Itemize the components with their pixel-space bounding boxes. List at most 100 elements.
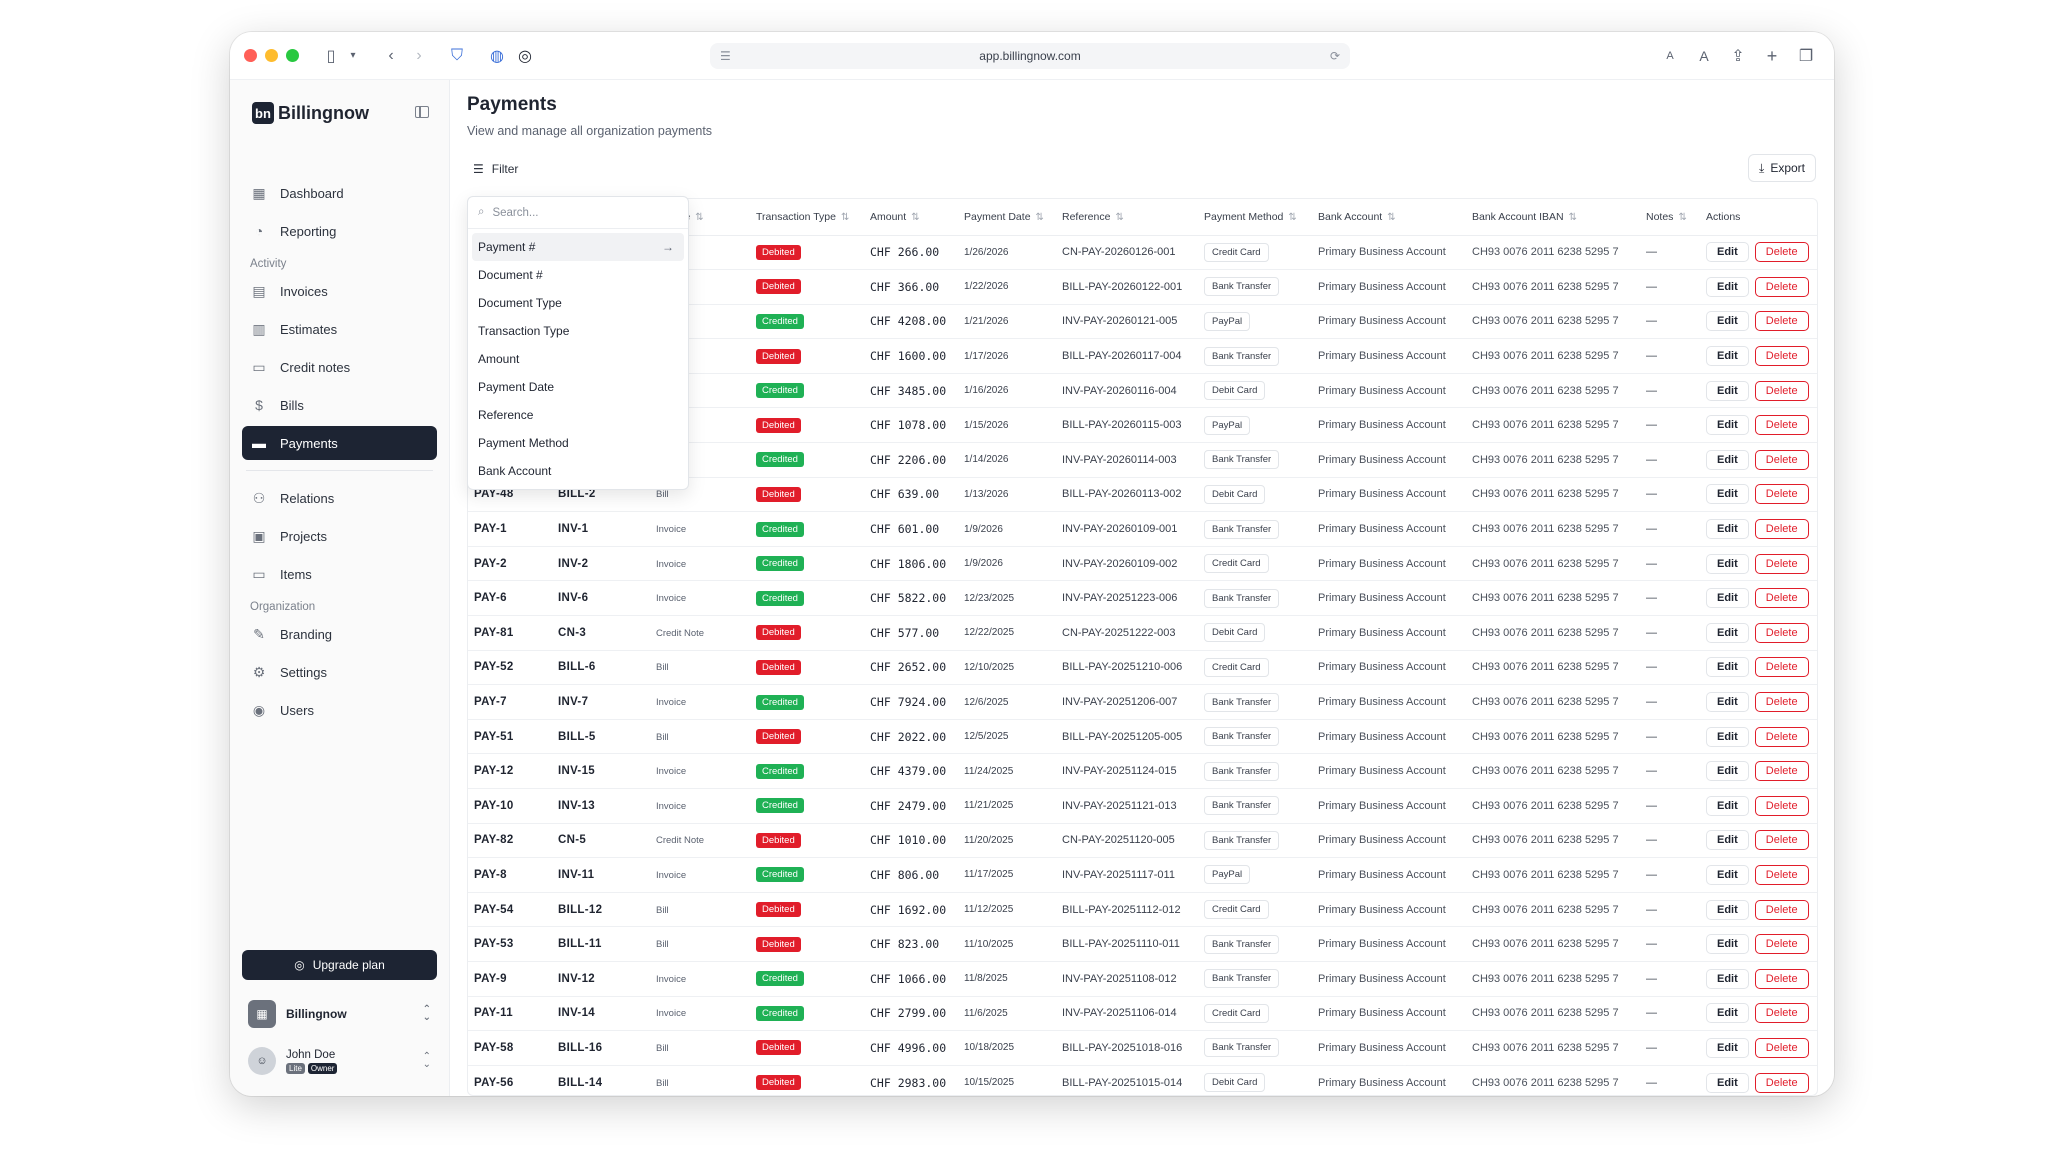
sidebar-item-relations[interactable]: ⚇ Relations — [242, 481, 437, 515]
edit-button[interactable]: Edit — [1706, 968, 1749, 989]
table-row[interactable]: PAY-7 INV-7 Invoice Credited CHF 7924.00 12/6… — [468, 684, 1817, 720]
column-header-payment-date[interactable]: Payment Date ⇅ — [958, 199, 1056, 236]
page-settings-icon[interactable]: ☰ — [720, 49, 731, 63]
column-header-reference[interactable]: Reference ⇅ — [1056, 199, 1198, 236]
delete-button[interactable]: Delete — [1754, 726, 1809, 747]
app-logo[interactable]: bn Billingnow — [252, 102, 369, 124]
filter-option-document[interactable]: Document # — [468, 261, 688, 289]
edit-button[interactable]: Edit — [1706, 795, 1749, 816]
edit-button[interactable]: Edit — [1706, 276, 1749, 297]
edit-button[interactable]: Edit — [1706, 484, 1749, 505]
delete-button[interactable]: Delete — [1754, 934, 1809, 955]
delete-button[interactable]: Delete — [1754, 449, 1809, 470]
delete-button[interactable]: Delete — [1754, 657, 1809, 678]
delete-button[interactable]: Delete — [1754, 761, 1809, 782]
sidebar-item-credit-notes[interactable]: ▭ Credit notes — [242, 350, 437, 384]
table-row[interactable]: PAY-82 CN-5 Credit Note Debited CHF 1010.00 1… — [468, 823, 1817, 859]
delete-button[interactable]: Delete — [1754, 1037, 1809, 1058]
table-row[interactable]: PAY-12 INV-15 Invoice Credited CHF 4379.00 11… — [468, 753, 1817, 789]
edit-button[interactable]: Edit — [1706, 1037, 1749, 1058]
delete-button[interactable]: Delete — [1754, 380, 1809, 401]
sidebar-item-reporting[interactable]: ◔ Reporting — [242, 214, 437, 248]
delete-button[interactable]: Delete — [1754, 588, 1809, 609]
sidebar-item-users[interactable]: ◉ Users — [242, 693, 437, 727]
forward-icon[interactable]: › — [405, 42, 433, 70]
upgrade-plan-button[interactable]: ◎ Upgrade plan — [242, 950, 437, 980]
delete-button[interactable]: Delete — [1754, 795, 1809, 816]
table-row[interactable]: PAY-52 BILL-6 Bill Debited CHF 2652.00 12/10/… — [468, 650, 1817, 686]
sort-icon[interactable]: ⇅ — [1288, 212, 1296, 223]
edit-button[interactable]: Edit — [1706, 415, 1749, 436]
address-bar[interactable]: ☰ app.billingnow.com ⟳ — [710, 43, 1350, 69]
dropdown-search[interactable]: ⌕ Search... — [468, 197, 688, 229]
tabs-overview-icon[interactable]: ❐ — [1792, 42, 1820, 70]
table-row[interactable]: PAY-9 INV-12 Invoice Credited CHF 1066.00 11/… — [468, 961, 1817, 997]
edit-button[interactable]: Edit — [1706, 934, 1749, 955]
edit-button[interactable]: Edit — [1706, 761, 1749, 782]
filter-option-amount[interactable]: Amount — [468, 345, 688, 373]
new-tab-icon[interactable]: + — [1758, 42, 1786, 70]
filter-option-document-type[interactable]: Document Type — [468, 289, 688, 317]
filter-option-reference[interactable]: Reference — [468, 401, 688, 429]
table-row[interactable]: PAY-11 INV-14 Invoice Credited CHF 2799.00 11… — [468, 996, 1817, 1032]
filter-option-payment[interactable]: Payment # → — [472, 233, 684, 261]
table-row[interactable]: PAY-58 BILL-16 Bill Debited CHF 4996.00 10/18… — [468, 1030, 1817, 1066]
sidebar-item-estimates[interactable]: ▥ Estimates — [242, 312, 437, 346]
edit-button[interactable]: Edit — [1706, 588, 1749, 609]
sidebar-item-projects[interactable]: ▣ Projects — [242, 519, 437, 553]
reload-icon[interactable]: ⟳ — [1330, 49, 1340, 63]
edit-button[interactable]: Edit — [1706, 311, 1749, 332]
delete-button[interactable]: Delete — [1754, 1003, 1809, 1024]
delete-button[interactable]: Delete — [1754, 276, 1809, 297]
sort-icon[interactable]: ⇅ — [1569, 212, 1577, 223]
delete-button[interactable]: Delete — [1754, 692, 1809, 713]
sort-icon[interactable]: ⇅ — [841, 212, 849, 223]
edit-button[interactable]: Edit — [1706, 1003, 1749, 1024]
minimize-window-button[interactable] — [265, 49, 278, 62]
close-window-button[interactable] — [244, 49, 257, 62]
column-header-payment-method[interactable]: Payment Method ⇅ — [1198, 199, 1312, 236]
sidebar-item-dashboard[interactable]: ▦ Dashboard — [242, 176, 437, 210]
edit-button[interactable]: Edit — [1706, 242, 1749, 263]
delete-button[interactable]: Delete — [1754, 484, 1809, 505]
delete-button[interactable]: Delete — [1754, 622, 1809, 643]
delete-button[interactable]: Delete — [1754, 415, 1809, 436]
column-header-notes[interactable]: Notes ⇅ — [1640, 199, 1700, 236]
delete-button[interactable]: Delete — [1754, 864, 1809, 885]
export-button[interactable]: ⤓ Export — [1748, 154, 1816, 182]
column-header-bank-account-iban[interactable]: Bank Account IBAN ⇅ — [1466, 199, 1640, 236]
table-row[interactable]: PAY-51 BILL-5 Bill Debited CHF 2022.00 12/5/2… — [468, 719, 1817, 755]
table-row[interactable]: PAY-8 INV-11 Invoice Credited CHF 806.00 11/1… — [468, 857, 1817, 893]
organization-switcher[interactable]: ▦ Billingnow ⌃ ⌄ — [248, 996, 431, 1032]
table-row[interactable]: PAY-2 INV-2 Invoice Credited CHF 1806.00 1/9/… — [468, 546, 1817, 582]
table-row[interactable]: PAY-6 INV-6 Invoice Credited CHF 5822.00 12/2… — [468, 580, 1817, 617]
edit-button[interactable]: Edit — [1706, 346, 1749, 367]
delete-button[interactable]: Delete — [1754, 830, 1809, 851]
column-header-transaction-type[interactable]: Transaction Type ⇅ — [750, 199, 864, 236]
sidebar-toggle-icon[interactable]: ▯ — [317, 42, 345, 70]
delete-button[interactable]: Delete — [1754, 1072, 1809, 1093]
text-larger-icon[interactable]: A — [1690, 42, 1718, 70]
target-icon[interactable]: ◎ — [511, 42, 539, 70]
table-row[interactable]: PAY-81 CN-3 Credit Note Debited CHF 577.00 12… — [468, 615, 1817, 651]
filter-option-transaction-type[interactable]: Transaction Type — [468, 317, 688, 345]
sidebar-item-items[interactable]: ▭ Items — [242, 557, 437, 591]
table-row[interactable]: PAY-56 BILL-14 Bill Debited CHF 2983.00 10/15… — [468, 1065, 1817, 1095]
delete-button[interactable]: Delete — [1754, 519, 1809, 540]
share-icon[interactable]: ⇪ — [1724, 42, 1752, 70]
column-header-bank-account[interactable]: Bank Account ⇅ — [1312, 199, 1466, 236]
sort-icon[interactable]: ⇅ — [1036, 212, 1044, 223]
extension-icon[interactable]: ◍ — [483, 42, 511, 70]
edit-button[interactable]: Edit — [1706, 622, 1749, 643]
chevron-down-icon[interactable]: ▾ — [345, 42, 361, 70]
sidebar-item-settings[interactable]: ⚙ Settings — [242, 655, 437, 689]
sidebar-item-bills[interactable]: $ Bills — [242, 388, 437, 422]
edit-button[interactable]: Edit — [1706, 726, 1749, 747]
text-smaller-icon[interactable]: A — [1656, 42, 1684, 70]
edit-button[interactable]: Edit — [1706, 380, 1749, 401]
back-icon[interactable]: ‹ — [377, 42, 405, 70]
sort-icon[interactable]: ⇅ — [1387, 212, 1395, 223]
sidebar-item-invoices[interactable]: ▤ Invoices — [242, 274, 437, 308]
edit-button[interactable]: Edit — [1706, 553, 1749, 574]
edit-button[interactable]: Edit — [1706, 899, 1749, 920]
